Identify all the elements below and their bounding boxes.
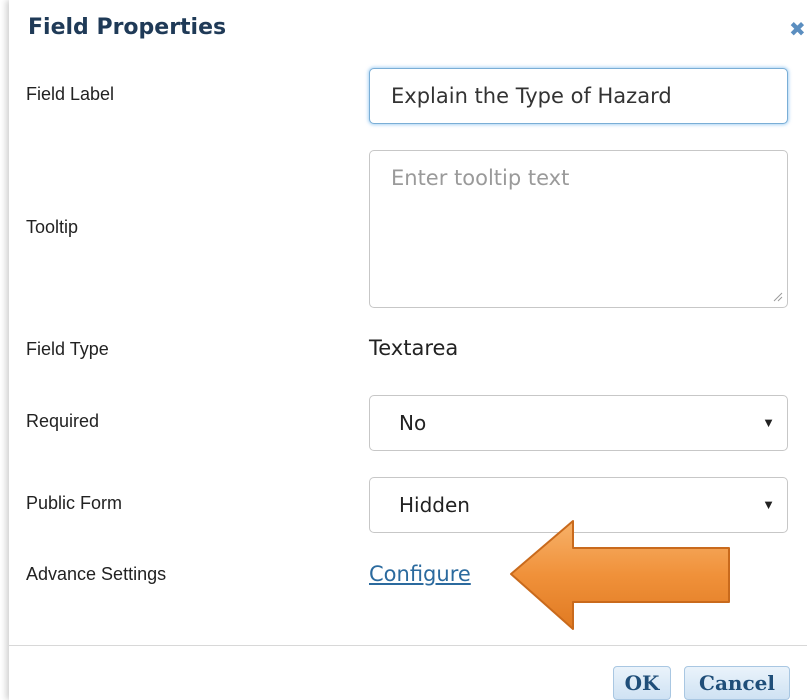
tooltip-textarea[interactable] (369, 150, 788, 308)
public-form-label: Public Form (26, 493, 123, 513)
caret-down-icon: ▼ (762, 497, 775, 512)
field-type-label: Field Type (26, 339, 109, 359)
caret-down-icon: ▼ (762, 415, 775, 430)
required-select-value: No (399, 411, 427, 435)
advance-settings-label: Advance Settings (26, 564, 167, 584)
arrow-left-icon (510, 520, 730, 630)
configure-link[interactable]: Configure (369, 562, 471, 586)
required-select[interactable]: No ▼ (369, 395, 788, 451)
field-label-label: Field Label (26, 84, 115, 104)
close-icon[interactable]: ✖ (789, 18, 807, 40)
field-properties-dialog: Field Properties ✖ Field Label Explain t… (9, 0, 807, 700)
field-type-value: Textarea (369, 336, 459, 360)
dialog-title: Field Properties (28, 15, 227, 40)
ok-button[interactable]: OK (613, 666, 671, 700)
resize-grip-icon[interactable] (771, 290, 783, 302)
cancel-button[interactable]: Cancel (684, 666, 790, 700)
field-label-input[interactable]: Explain the Type of Hazard (369, 68, 788, 124)
public-form-select-value: Hidden (399, 493, 470, 517)
required-label: Required (26, 411, 100, 431)
tooltip-label: Tooltip (26, 217, 79, 237)
footer-divider (9, 645, 807, 646)
